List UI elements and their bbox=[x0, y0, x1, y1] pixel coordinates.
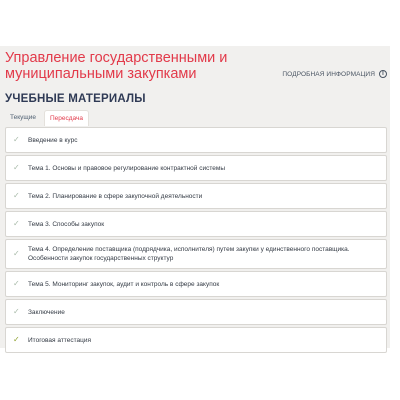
list-item-topic-4[interactable]: ✓ Тема 4. Определение поставщика (подряд… bbox=[5, 239, 387, 269]
materials-tabs: Текущие Пересдача bbox=[5, 110, 90, 126]
section-heading: УЧЕБНЫЕ МАТЕРИАЛЫ bbox=[5, 93, 146, 105]
list-item-label: Тема 1. Основы и правовое регулирование … bbox=[28, 164, 226, 172]
list-item-label: Тема 2. Планирование в сфере закупочной … bbox=[28, 192, 203, 200]
check-icon: ✓ bbox=[13, 307, 20, 316]
list-item-topic-1[interactable]: ✓ Тема 1. Основы и правовое регулировани… bbox=[5, 155, 387, 181]
list-item-conclusion[interactable]: ✓ Заключение bbox=[5, 299, 387, 325]
list-item-label: Тема 5. Мониторинг закупок, аудит и конт… bbox=[28, 280, 220, 288]
check-icon: ✓ bbox=[13, 135, 20, 144]
list-item-intro[interactable]: ✓ Введение в курс bbox=[5, 127, 387, 153]
check-icon: ✓ bbox=[13, 191, 20, 200]
materials-list: ✓ Введение в курс ✓ Тема 1. Основы и пра… bbox=[5, 127, 387, 355]
list-item-topic-3[interactable]: ✓ Тема 3. Способы закупок bbox=[5, 211, 387, 237]
list-item-label: Тема 4. Определение поставщика (подрядчи… bbox=[28, 246, 350, 262]
check-icon-completed: ✓ bbox=[13, 335, 20, 344]
check-icon: ✓ bbox=[13, 163, 20, 172]
check-icon: ✓ bbox=[13, 249, 20, 258]
tab-retake[interactable]: Пересдача bbox=[43, 110, 90, 126]
course-title: Управление государственными и муниципаль… bbox=[5, 50, 228, 82]
info-icon: i bbox=[379, 70, 387, 78]
list-item-label: Введение в курс bbox=[28, 136, 78, 144]
tab-current[interactable]: Текущие bbox=[5, 110, 41, 126]
list-item-label: Заключение bbox=[28, 308, 65, 316]
more-info-label: ПОДРОБНАЯ ИНФОРМАЦИЯ bbox=[282, 70, 375, 78]
list-item-label: Итоговая аттестация bbox=[28, 336, 91, 344]
check-icon: ✓ bbox=[13, 279, 20, 288]
list-item-topic-2[interactable]: ✓ Тема 2. Планирование в сфере закупочно… bbox=[5, 183, 387, 209]
check-icon: ✓ bbox=[13, 219, 20, 228]
list-item-topic-5[interactable]: ✓ Тема 5. Мониторинг закупок, аудит и ко… bbox=[5, 271, 387, 297]
more-info-link[interactable]: ПОДРОБНАЯ ИНФОРМАЦИЯ i bbox=[282, 70, 387, 78]
list-item-final-exam[interactable]: ✓ Итоговая аттестация bbox=[5, 327, 387, 353]
list-item-label: Тема 3. Способы закупок bbox=[28, 220, 105, 228]
